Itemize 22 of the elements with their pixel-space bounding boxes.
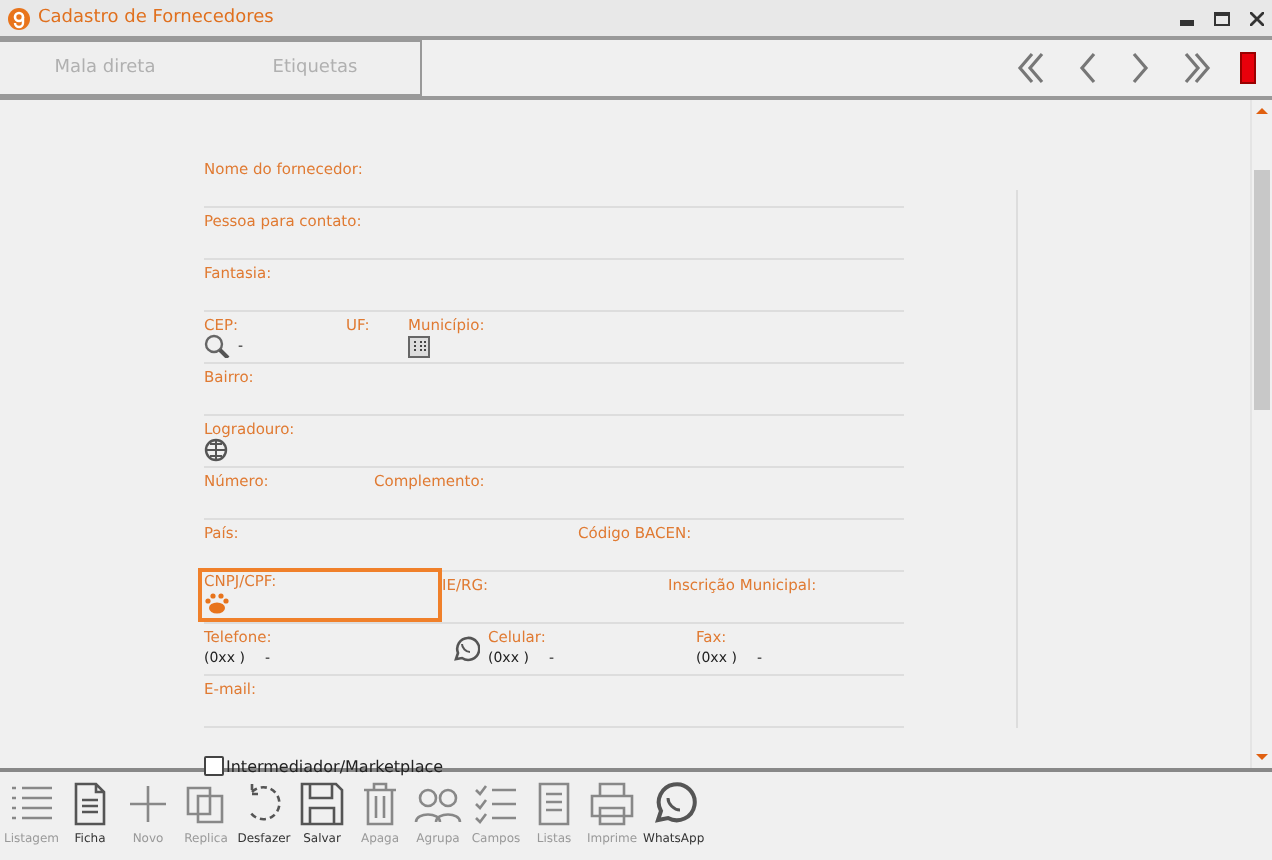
paw-icon[interactable] (204, 591, 230, 613)
building-icon[interactable] (408, 334, 430, 358)
app-logo-icon (8, 7, 30, 29)
double-left-chevron-icon[interactable] (1016, 50, 1048, 86)
window-title: Cadastro de Fornecedores (38, 8, 276, 28)
right-chevron-icon[interactable] (1128, 50, 1152, 86)
status-indicator-icon (1240, 52, 1256, 84)
close-icon[interactable] (1250, 11, 1264, 25)
checkbox[interactable] (204, 756, 224, 776)
tab[interactable]: Etiquetas (210, 42, 420, 94)
printer-icon (588, 780, 637, 828)
checklist-icon (472, 780, 521, 828)
left-chevron-icon[interactable] (1076, 50, 1100, 86)
globe-icon[interactable] (204, 438, 228, 462)
whatsapp-icon (649, 780, 698, 828)
search-icon[interactable] (204, 334, 230, 358)
maximize-icon[interactable] (1214, 11, 1230, 25)
double-right-chevron-icon[interactable] (1180, 50, 1212, 86)
scrollbar[interactable] (1250, 100, 1272, 768)
tab[interactable]: Mala direta (0, 42, 210, 94)
whatsapp-icon[interactable] (452, 634, 480, 662)
checkbox-label: Intermediador/Marketplace (226, 757, 444, 775)
